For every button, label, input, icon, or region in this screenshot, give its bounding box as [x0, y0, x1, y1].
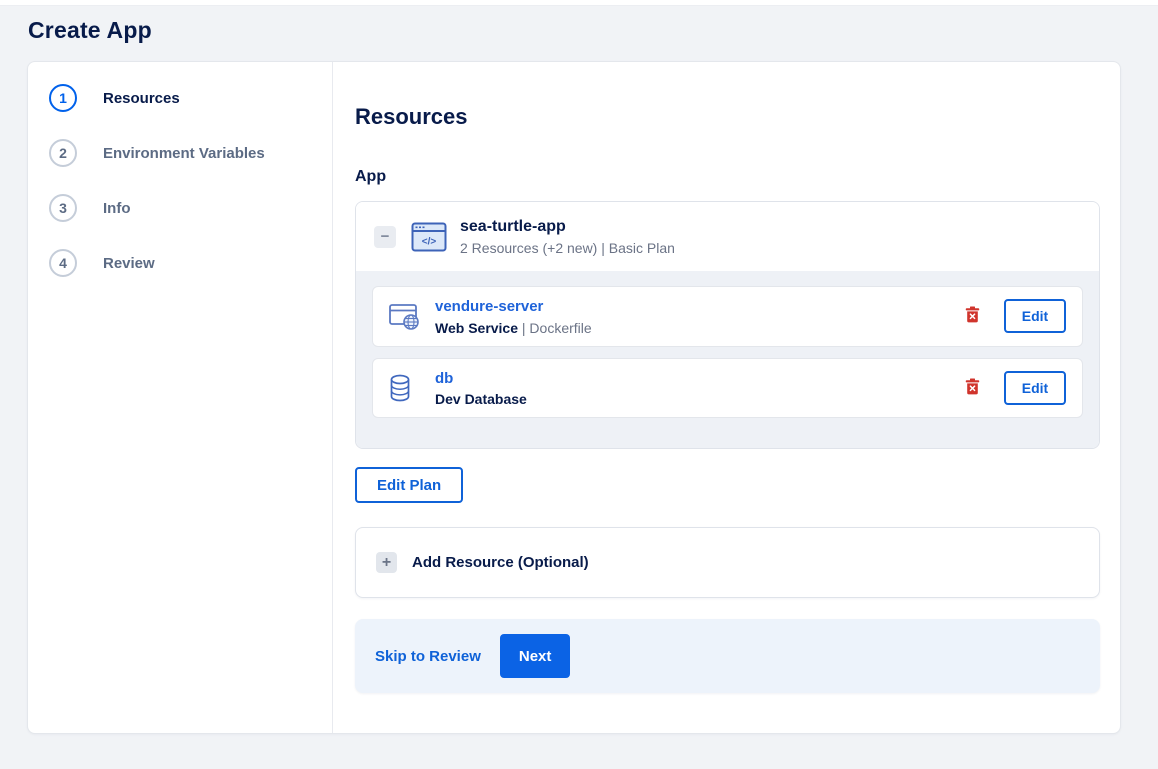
step-review[interactable]: 4 Review: [49, 249, 332, 277]
step-label: Info: [103, 199, 131, 217]
database-icon: [389, 373, 421, 403]
step-resources[interactable]: 1 Resources: [49, 84, 332, 112]
page-header: Create App: [0, 6, 1158, 44]
edit-plan-button[interactable]: Edit Plan: [355, 467, 464, 503]
content-heading: Resources: [355, 104, 468, 129]
app-section-label: App: [355, 168, 387, 185]
add-resource-label: Add Resource (Optional): [412, 554, 589, 571]
svg-text:</>: </>: [422, 236, 437, 247]
wizard-stepper: 1 Resources 2 Environment Variables 3 In…: [28, 62, 333, 733]
page-title: Create App: [28, 17, 152, 43]
resource-type: Web Service: [435, 319, 519, 336]
app-card: − </> sea-turtle-app 2 Resources (+2 new…: [355, 201, 1100, 449]
trash-icon: [965, 306, 980, 326]
wizard-footer: Skip to Review Next: [355, 619, 1100, 693]
delete-resource-button[interactable]: [963, 304, 982, 328]
add-resource-section[interactable]: + Add Resource (Optional): [355, 527, 1100, 598]
app-summary: 2 Resources (+2 new) | Basic Plan: [460, 240, 675, 256]
edit-resource-button[interactable]: Edit: [1004, 299, 1066, 334]
plus-icon: +: [376, 552, 397, 573]
create-app-panel: 1 Resources 2 Environment Variables 3 In…: [27, 61, 1121, 734]
next-button[interactable]: Next: [499, 634, 571, 678]
step-info[interactable]: 3 Info: [49, 194, 332, 222]
skip-to-review-link[interactable]: Skip to Review: [371, 648, 485, 665]
step-label: Environment Variables: [103, 144, 265, 162]
resource-meta: Web Service | Dockerfile: [435, 320, 963, 336]
resource-meta: Dev Database: [435, 391, 963, 407]
step-number-badge: 2: [49, 139, 77, 167]
step-number-badge: 1: [49, 84, 77, 112]
app-window-code-icon: </>: [411, 222, 447, 252]
step-number-badge: 3: [49, 194, 77, 222]
resource-name-link[interactable]: vendure-server: [435, 297, 963, 317]
trash-icon: [965, 378, 980, 398]
step-label: Review: [103, 254, 155, 272]
app-title-block: sea-turtle-app 2 Resources (+2 new) | Ba…: [460, 217, 675, 256]
step-label: Resources: [103, 89, 180, 107]
resource-text-block: db Dev Database: [435, 369, 963, 408]
resource-row-vendure-server: vendure-server Web Service | Dockerfile: [372, 286, 1083, 347]
collapse-app-button[interactable]: −: [374, 225, 396, 248]
step-environment-variables[interactable]: 2 Environment Variables: [49, 139, 332, 167]
app-card-header: − </> sea-turtle-app 2 Resources (+2 new…: [356, 202, 1099, 271]
step-content: Resources App − </> sea-turtle-app 2 Res…: [333, 62, 1120, 733]
resource-detail: | Dockerfile: [518, 319, 592, 336]
delete-resource-button[interactable]: [963, 376, 982, 400]
app-resources-list: vendure-server Web Service | Dockerfile: [356, 271, 1099, 448]
resource-text-block: vendure-server Web Service | Dockerfile: [435, 297, 963, 336]
web-service-icon: [389, 301, 421, 331]
step-number-badge: 4: [49, 249, 77, 277]
app-name: sea-turtle-app: [460, 218, 566, 235]
resource-name-link[interactable]: db: [435, 369, 963, 389]
resource-type: Dev Database: [435, 391, 527, 407]
resource-row-db: db Dev Database Edit: [372, 357, 1083, 418]
edit-resource-button[interactable]: Edit: [1004, 370, 1066, 405]
